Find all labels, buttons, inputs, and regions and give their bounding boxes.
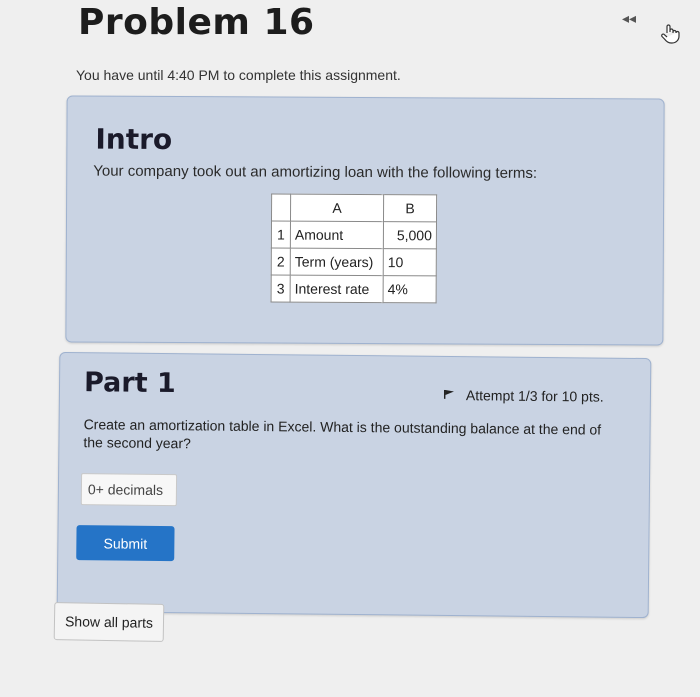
- flag-icon: [443, 389, 454, 399]
- table-row: 1 Amount 5,000: [271, 221, 437, 249]
- submit-button[interactable]: Submit: [76, 525, 175, 562]
- row-number: 1: [271, 221, 291, 249]
- show-all-parts-button[interactable]: Show all parts: [53, 602, 165, 642]
- question-text: Create an amortization table in Excel. W…: [83, 416, 602, 452]
- row-value: 4%: [383, 275, 437, 303]
- table-header-row: A B: [271, 194, 437, 222]
- answer-input[interactable]: [80, 473, 178, 507]
- row-value: 10: [383, 248, 437, 276]
- intro-heading: Intro: [95, 122, 173, 156]
- attempt-text: Attempt 1/3 for 10 pts.: [465, 387, 604, 405]
- table-row: 3 Interest rate 4%: [271, 275, 437, 303]
- row-label: Amount: [290, 221, 384, 249]
- problem-title: Problem 16: [78, 2, 315, 43]
- row-value: 5,000: [383, 221, 437, 249]
- deadline-text: You have until 4:40 PM to complete this …: [76, 67, 401, 83]
- row-label: Term (years): [290, 248, 384, 276]
- part1-heading: Part 1: [83, 367, 176, 400]
- intro-text: Your company took out an amortizing loan…: [93, 162, 538, 182]
- table-row: 2 Term (years) 10: [271, 248, 437, 276]
- attempt-info: Attempt 1/3 for 10 pts.: [443, 387, 604, 405]
- row-label: Interest rate: [290, 275, 384, 303]
- part1-card: Part 1 Attempt 1/3 for 10 pts. Create an…: [56, 351, 652, 619]
- nav-back-icon[interactable]: ◂◂: [622, 10, 636, 27]
- pointer-hand-icon: [661, 24, 680, 44]
- col-header-a: A: [290, 194, 384, 222]
- row-number: 2: [271, 248, 291, 276]
- loan-terms-table: A B 1 Amount 5,000 2 Term (years) 10 3 I…: [270, 193, 438, 304]
- corner-cell: [271, 194, 291, 222]
- row-number: 3: [271, 275, 291, 303]
- col-header-b: B: [383, 194, 437, 222]
- intro-card: Intro Your company took out an amortizin…: [65, 95, 665, 346]
